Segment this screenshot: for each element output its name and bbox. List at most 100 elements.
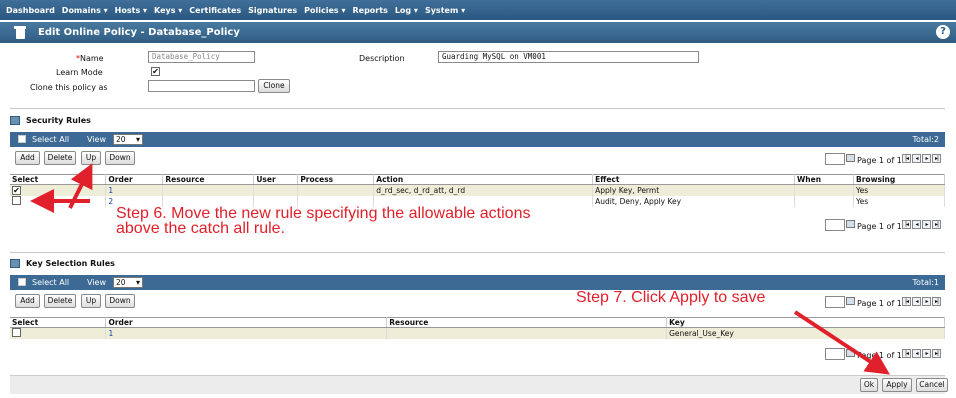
row-resource	[386, 327, 668, 339]
go-page-icon[interactable]	[846, 154, 855, 162]
first-page-icon[interactable]: |◂	[902, 349, 911, 358]
name-label-text: Name	[80, 54, 104, 63]
nav-policies[interactable]: Policies ▾	[304, 6, 345, 15]
security-delete-button[interactable]: Delete	[44, 151, 76, 165]
key-down-button[interactable]: Down	[105, 294, 135, 308]
title-bar: Edit Online Policy - Database_Policy ?	[0, 22, 956, 43]
security-add-button[interactable]: Add	[15, 151, 40, 165]
step6-line1: Step 6. Move the new rule specifying the…	[116, 205, 531, 222]
nav-reports[interactable]: Reports	[352, 6, 387, 15]
security-down-button[interactable]: Down	[105, 151, 135, 165]
help-icon[interactable]: ?	[936, 25, 950, 39]
row-checkbox[interactable]: ✔	[12, 185, 21, 195]
policy-icon	[14, 25, 28, 40]
clone-button[interactable]: Clone	[258, 79, 290, 93]
page-text: Page 1 of 1	[857, 299, 902, 308]
key-total: Total:1	[912, 278, 939, 287]
last-page-icon[interactable]: ▸|	[932, 220, 941, 229]
next-page-icon[interactable]: ▸	[922, 297, 931, 306]
page-number-input[interactable]	[825, 348, 845, 360]
next-page-icon[interactable]: ▸	[922, 220, 931, 229]
next-page-icon[interactable]: ▸	[922, 154, 931, 163]
security-view-select[interactable]: 20	[113, 134, 143, 145]
key-select-all-label: Select All	[32, 278, 70, 287]
security-rules-title: Security Rules	[26, 116, 91, 125]
nav-signatures[interactable]: Signatures	[248, 6, 297, 15]
nav-dashboard[interactable]: Dashboard	[6, 6, 55, 15]
nav-certificates[interactable]: Certificates	[189, 6, 241, 15]
prev-page-icon[interactable]: ◂	[912, 154, 921, 163]
key-delete-button[interactable]: Delete	[44, 294, 76, 308]
description-field[interactable]: Guarding MySQL on VM001	[438, 51, 699, 63]
nav-log[interactable]: Log ▾	[395, 6, 418, 15]
next-page-icon[interactable]: ▸	[922, 349, 931, 358]
security-select-all-checkbox[interactable]	[18, 135, 26, 143]
col-key: Key	[666, 317, 945, 328]
row-order[interactable]: 1	[105, 327, 388, 339]
key-view-select[interactable]: 20	[113, 277, 143, 288]
last-page-icon[interactable]: ▸|	[932, 154, 941, 163]
name-field[interactable]: Database_Policy	[148, 51, 255, 63]
row-user	[253, 184, 299, 196]
first-page-icon[interactable]: |◂	[902, 297, 911, 306]
col-select: Select	[10, 317, 107, 328]
key-select-all-checkbox[interactable]	[18, 278, 26, 286]
book-icon	[10, 259, 20, 268]
clone-name-field[interactable]	[148, 80, 255, 92]
row-checkbox[interactable]	[12, 195, 21, 205]
security-rules-table: Select Order Resource User Process Actio…	[10, 174, 945, 207]
security-rules-toolbar: Select All View 20 Total:2	[10, 132, 945, 147]
page-number-input[interactable]	[825, 153, 845, 165]
name-label: *Name	[76, 54, 104, 63]
row-checkbox[interactable]	[12, 328, 21, 337]
table-row[interactable]: ✔ 1 d_rd_sec, d_rd_att, d_rd Apply Key, …	[10, 184, 945, 196]
col-action: Action	[373, 174, 594, 185]
step7-annotation: Step 7. Click Apply to save	[576, 289, 766, 306]
nav-system[interactable]: System ▾	[425, 6, 465, 15]
key-up-button[interactable]: Up	[81, 294, 101, 308]
go-page-icon[interactable]	[846, 349, 855, 357]
col-when: When	[794, 174, 854, 185]
step6-line2: above the catch all rule.	[116, 220, 285, 237]
cancel-button[interactable]: Cancel	[916, 378, 948, 392]
key-add-button[interactable]: Add	[15, 294, 40, 308]
learn-mode-label: Learn Mode	[56, 68, 103, 77]
ok-button[interactable]: Ok	[860, 378, 878, 392]
security-total: Total:2	[912, 135, 939, 144]
prev-page-icon[interactable]: ◂	[912, 297, 921, 306]
row-process	[297, 184, 375, 196]
pager-nav: |◂ ◂ ▸ ▸|	[902, 349, 942, 358]
nav-keys[interactable]: Keys ▾	[154, 6, 182, 15]
row-select-cell	[10, 327, 107, 339]
row-when	[794, 195, 854, 207]
go-page-icon[interactable]	[846, 220, 855, 228]
first-page-icon[interactable]: |◂	[902, 220, 911, 229]
first-page-icon[interactable]: |◂	[902, 154, 911, 163]
col-effect: Effect	[592, 174, 796, 185]
last-page-icon[interactable]: ▸|	[932, 297, 941, 306]
prev-page-icon[interactable]: ◂	[912, 220, 921, 229]
page-number-input[interactable]	[825, 296, 845, 308]
row-key: General_Use_Key	[666, 327, 945, 339]
table-row[interactable]: 1 General_Use_Key	[10, 327, 945, 339]
col-order: Order	[105, 174, 164, 185]
row-select-cell: ✔	[10, 184, 107, 196]
row-when	[794, 184, 854, 196]
nav-hosts[interactable]: Hosts ▾	[115, 6, 147, 15]
page-text: Page 1 of 1	[857, 156, 902, 165]
book-icon	[10, 116, 20, 125]
security-select-all-label: Select All	[32, 135, 70, 144]
page-number-input[interactable]	[825, 219, 845, 231]
nav-domains[interactable]: Domains ▾	[62, 6, 108, 15]
apply-button[interactable]: Apply	[882, 378, 912, 392]
col-user: User	[253, 174, 299, 185]
last-page-icon[interactable]: ▸|	[932, 349, 941, 358]
prev-page-icon[interactable]: ◂	[912, 349, 921, 358]
row-browsing: Yes	[853, 195, 945, 207]
learn-mode-checkbox[interactable]: ✔	[151, 67, 160, 76]
key-rules-table: Select Order Resource Key 1 General_Use_…	[10, 317, 945, 339]
security-up-button[interactable]: Up	[81, 151, 101, 165]
go-page-icon[interactable]	[846, 297, 855, 305]
footer-bar	[10, 375, 945, 394]
row-order[interactable]: 1	[105, 184, 164, 196]
